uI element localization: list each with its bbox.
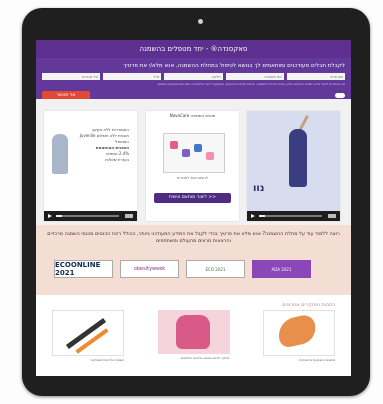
video-controls-left[interactable] xyxy=(44,211,137,221)
last-name-input[interactable] xyxy=(225,73,284,80)
conference-logos: ECOONLINE 2021 obesityweek ECO 2021 ADA … xyxy=(54,260,311,278)
articles-list: השמנה ותרופות משולבות מחקר חדשני בנושא ת… xyxy=(52,310,335,376)
article-image-person xyxy=(157,310,230,354)
conference-logo-obesityweek[interactable]: obesityweek xyxy=(120,260,179,278)
article-card[interactable]: מחקר חדשני בנושא תרופות וחלבונים xyxy=(157,310,230,376)
support-program-image xyxy=(163,133,225,173)
video-scene-person xyxy=(289,129,307,187)
banners-section: נוו תכנית התמיכה NovoCare להצטרפות לתוכנ… xyxy=(36,99,351,225)
phone-input[interactable] xyxy=(164,73,223,80)
chat-icon xyxy=(170,141,178,149)
video-progress-left[interactable] xyxy=(56,215,119,217)
first-name-input[interactable] xyxy=(286,73,345,80)
consent-text: אני מאשר/ת לקבל מידע ותכנים שיווקיים ומי… xyxy=(156,82,345,86)
support-program-cta[interactable]: ליצור מותאם אישית >> xyxy=(154,193,231,203)
article-card[interactable]: השמנה ותרופות משולבות xyxy=(52,310,124,376)
conference-logo-eco-online[interactable]: ECOONLINE 2021 xyxy=(54,260,113,278)
articles-title: כתבות ומחקרים אחרונים xyxy=(282,302,335,308)
tablet-screen: סאקסנדה® - יחד מטפלים בהשמנה לקבלת חבלים… xyxy=(36,40,351,376)
promo-section: רוצה ללמוד עוד על מחלת ההשמנה? אנא מלא א… xyxy=(36,225,351,295)
article-image-stomach xyxy=(263,310,335,356)
article-caption: מחקר חדשני בנושא תרופות וחלבונים xyxy=(180,356,230,360)
video-controls[interactable] xyxy=(247,211,340,221)
article-image-injection xyxy=(52,310,124,356)
conference-logo-eco-2021[interactable]: ECO 2021 xyxy=(186,260,245,278)
volume-icon[interactable] xyxy=(125,214,133,218)
page-header: סאקסנדה® - יחד מטפלים בהשמנה xyxy=(36,40,351,58)
video-text: התמודדות ללא מעקב תוכנית ללא תשלום Juven… xyxy=(52,127,129,163)
form-fields xyxy=(41,73,345,80)
conference-logo-ada-2021[interactable]: ADA 2021 xyxy=(252,260,311,278)
play-icon[interactable] xyxy=(251,214,255,218)
camera-icon xyxy=(198,19,203,24)
city-input[interactable] xyxy=(41,73,101,80)
calendar-icon xyxy=(194,144,202,152)
phone-icon xyxy=(182,149,190,157)
lead-form: לקבלת חבלים מעודכנים ומותאמים לך בנושא ל… xyxy=(36,58,351,100)
form-title: לקבלת חבלים מעודכנים ומותאמים לך בנושא ל… xyxy=(123,63,345,69)
article-card[interactable]: סיכונים והשפעות בריאותיות xyxy=(263,310,335,376)
volume-icon[interactable] xyxy=(328,214,336,218)
support-program-title: תכנית התמיכה NovoCare xyxy=(169,113,216,118)
email-input[interactable] xyxy=(103,73,162,80)
support-program-subtitle: להצטרפות לתוכנית xyxy=(176,175,209,180)
video-line-6: בעזרת שאלות xyxy=(105,157,129,162)
video-banner-right[interactable]: נוו xyxy=(247,111,340,221)
support-program-banner[interactable]: תכנית התמיכה NovoCare להצטרפות לתוכנית ל… xyxy=(146,111,239,221)
page-title: סאקסנדה® - יחד מטפלים בהשמנה xyxy=(139,45,248,53)
user-icon xyxy=(206,152,214,160)
article-caption: סיכונים והשפעות בריאותיות xyxy=(299,358,335,362)
play-icon[interactable] xyxy=(48,214,52,218)
promo-text: רוצה ללמוד עוד על מחלת ההשמנה? אנא מלא א… xyxy=(47,231,340,244)
video-banner-left[interactable]: התמודדות ללא מעקב תוכנית ללא תשלום Juven… xyxy=(44,111,137,221)
brand-logo: נוו xyxy=(253,183,265,194)
consent-toggle[interactable] xyxy=(335,93,345,98)
article-caption: השמנה ותרופות משולבות xyxy=(90,358,124,362)
video-progress[interactable] xyxy=(259,215,322,217)
